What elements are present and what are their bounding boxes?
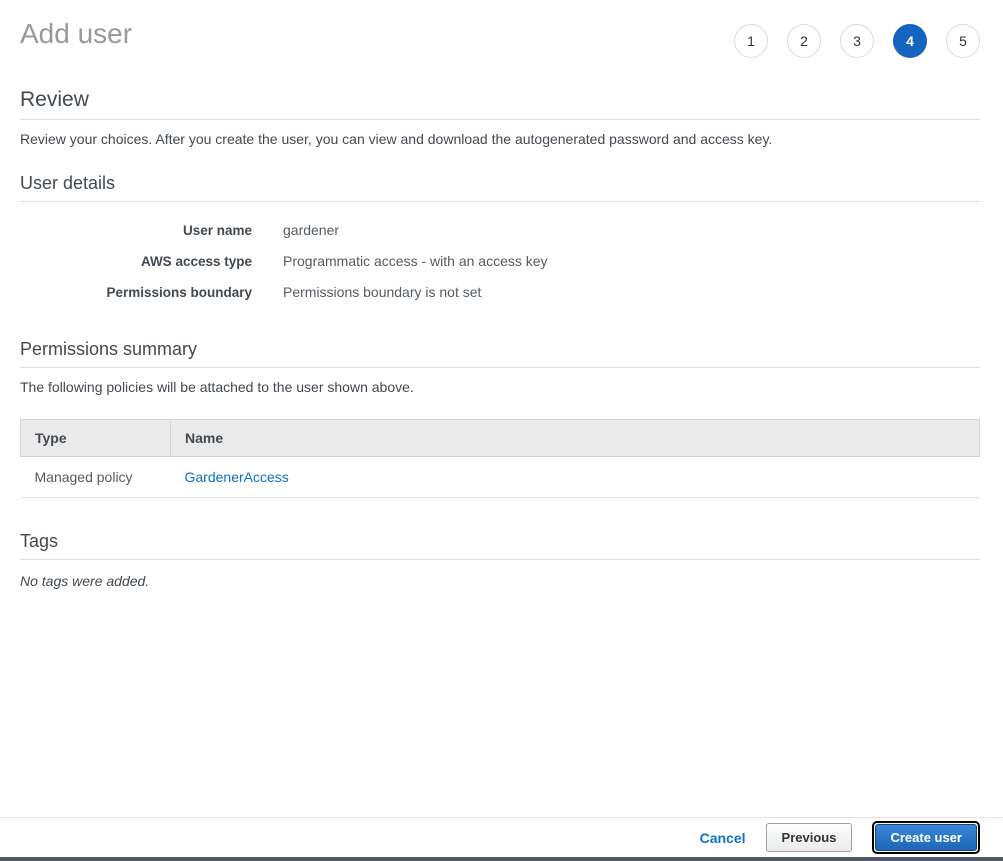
- permissions-description: The following policies will be attached …: [20, 379, 980, 395]
- permissions-boundary-row: Permissions boundary Permissions boundar…: [20, 277, 980, 308]
- add-user-page: Add user 1 2 3 4 5 Review Review your ch…: [0, 0, 1003, 861]
- step-3[interactable]: 3: [840, 24, 874, 58]
- step-1[interactable]: 1: [734, 24, 768, 58]
- table-row: Managed policy GardenerAccess: [21, 457, 980, 498]
- divider: [20, 559, 980, 560]
- permissions-boundary-label: Permissions boundary: [20, 285, 252, 300]
- type-column-header: Type: [21, 420, 171, 457]
- create-user-button[interactable]: Create user: [875, 824, 977, 851]
- step-2[interactable]: 2: [787, 24, 821, 58]
- policies-table: Type Name Managed policy GardenerAccess: [20, 419, 980, 498]
- step-5[interactable]: 5: [946, 24, 980, 58]
- user-name-row: User name gardener: [20, 215, 980, 246]
- step-4-active[interactable]: 4: [893, 24, 927, 58]
- tags-empty-message: No tags were added.: [20, 573, 980, 589]
- policy-type-cell: Managed policy: [21, 457, 171, 498]
- previous-button[interactable]: Previous: [766, 823, 853, 852]
- page-header: Add user 1 2 3 4 5: [0, 0, 1003, 58]
- policy-name-cell: GardenerAccess: [171, 457, 980, 498]
- tags-section: Tags No tags were added.: [20, 531, 980, 589]
- permissions-summary-section: Permissions summary The following polici…: [20, 339, 980, 498]
- create-user-focus-ring: Create user: [872, 821, 980, 854]
- table-header-row: Type Name: [21, 420, 980, 457]
- access-type-row: AWS access type Programmatic access - wi…: [20, 246, 980, 277]
- permissions-summary-heading: Permissions summary: [20, 339, 980, 360]
- user-details-heading: User details: [20, 173, 980, 194]
- user-name-value: gardener: [283, 222, 339, 238]
- review-description: Review your choices. After you create th…: [20, 131, 980, 147]
- wizard-step-indicator: 1 2 3 4 5: [734, 17, 980, 58]
- user-details-list: User name gardener AWS access type Progr…: [20, 215, 980, 308]
- name-column-header: Name: [171, 420, 980, 457]
- tags-heading: Tags: [20, 531, 980, 552]
- divider: [20, 201, 980, 202]
- user-details-section: User details User name gardener AWS acce…: [20, 173, 980, 308]
- access-type-value: Programmatic access - with an access key: [283, 253, 548, 269]
- permissions-boundary-value: Permissions boundary is not set: [283, 284, 481, 300]
- wizard-footer: Cancel Previous Create user: [0, 817, 1003, 857]
- divider: [20, 367, 980, 368]
- cancel-link[interactable]: Cancel: [700, 830, 746, 846]
- access-type-label: AWS access type: [20, 254, 252, 269]
- divider: [20, 119, 980, 120]
- user-name-label: User name: [20, 223, 252, 238]
- review-heading: Review: [20, 88, 980, 112]
- main-content: Review Review your choices. After you cr…: [0, 88, 1003, 589]
- bottom-bar: [0, 857, 1003, 861]
- page-title: Add user: [20, 17, 132, 51]
- policy-link[interactable]: GardenerAccess: [185, 469, 289, 485]
